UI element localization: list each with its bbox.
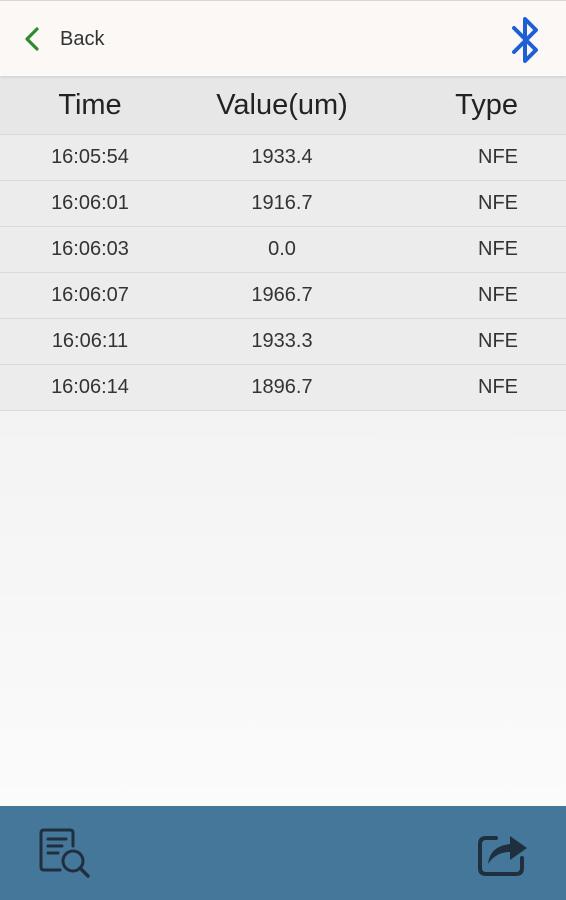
time-cell: 16:06:01: [51, 192, 129, 214]
time-cell: 16:06:03: [51, 238, 129, 260]
top-bar: Back: [0, 0, 566, 76]
back-label: Back: [60, 27, 105, 50]
back-button[interactable]: Back: [18, 19, 104, 59]
chevron-left-icon: [25, 27, 39, 51]
column-header-time: Time: [58, 88, 122, 121]
type-cell: NFE: [478, 330, 518, 352]
table-row[interactable]: 16:06:07 1966.7 NFE: [0, 273, 566, 319]
type-cell: NFE: [478, 192, 518, 214]
table-row[interactable]: 16:06:03 0.0 NFE: [0, 227, 566, 273]
table-header: Time Value(um) Type: [0, 76, 566, 135]
time-cell: 16:06:11: [51, 330, 129, 352]
type-cell: NFE: [478, 146, 518, 168]
value-cell: 1966.7: [251, 284, 313, 306]
value-cell: 1896.7: [251, 376, 313, 398]
value-cell: 0.0: [268, 238, 296, 260]
value-cell: 1933.4: [251, 146, 313, 168]
column-header-value: Value(um): [216, 88, 348, 121]
table-row[interactable]: 16:06:14 1896.7 NFE: [0, 365, 566, 411]
measurement-list: 16:05:54 1933.4 NFE 16:06:01 1916.7 NFE …: [0, 135, 566, 411]
time-cell: 16:06:07: [51, 284, 129, 306]
type-cell: NFE: [478, 284, 518, 306]
bluetooth-icon[interactable]: [505, 13, 545, 67]
time-cell: 16:05:54: [51, 146, 129, 168]
type-cell: NFE: [478, 376, 518, 398]
share-icon[interactable]: [474, 824, 532, 878]
type-cell: NFE: [478, 238, 518, 260]
value-cell: 1916.7: [251, 192, 313, 214]
table-row[interactable]: 16:06:11 1933.3 NFE: [0, 319, 566, 365]
table-row[interactable]: 16:06:01 1916.7 NFE: [0, 181, 566, 227]
column-header-type: Type: [455, 88, 518, 121]
time-cell: 16:06:14: [51, 376, 129, 398]
table-row[interactable]: 16:05:54 1933.4 NFE: [0, 135, 566, 181]
value-cell: 1933.3: [251, 330, 313, 352]
document-search-icon[interactable]: [36, 824, 94, 882]
